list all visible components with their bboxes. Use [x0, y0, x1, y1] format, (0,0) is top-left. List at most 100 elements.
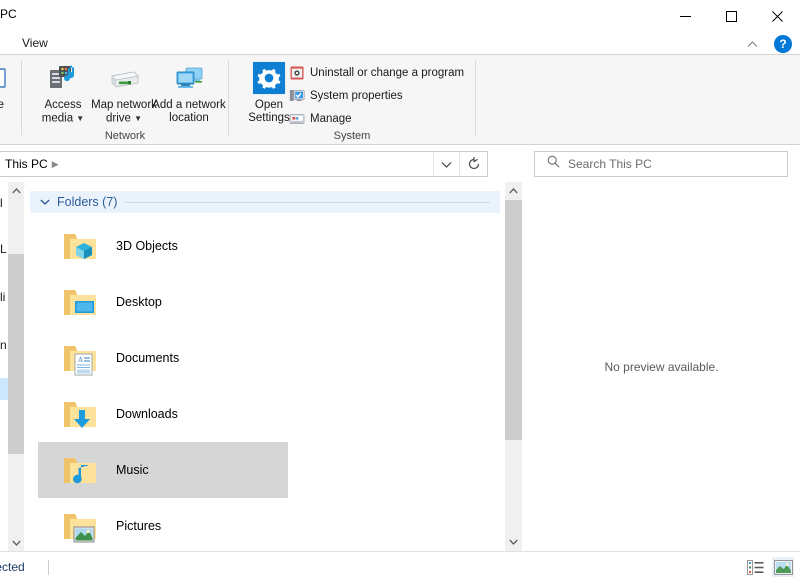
window-controls	[662, 0, 800, 32]
nav-scrollbar-thumb[interactable]	[8, 254, 24, 454]
folder-desktop-icon	[59, 281, 101, 323]
ribbon-tab-strip: View ?	[0, 32, 800, 54]
folder-pictures-icon	[59, 505, 101, 547]
add-network-location-label: Add a network location	[150, 99, 228, 125]
add-network-location-button[interactable]: Add a network location	[150, 59, 228, 125]
list-item-label: Pictures	[116, 519, 162, 533]
content-scroll-up-button[interactable]	[505, 182, 522, 200]
ribbon: I me	[0, 54, 800, 145]
nav-scroll-down-button[interactable]	[8, 534, 24, 551]
folder-list: 3D Objects Desktop A Documents Downloads…	[38, 218, 500, 551]
list-item-label: Music	[116, 463, 149, 477]
list-item-label: Downloads	[116, 407, 178, 421]
list-item-pictures[interactable]: Pictures	[38, 498, 288, 551]
list-item-documents[interactable]: A Documents	[38, 330, 288, 386]
folder-3d-objects-icon	[59, 225, 101, 267]
uninstall-program-label: Uninstall or change a program	[310, 67, 465, 79]
large-icons-view-button[interactable]	[772, 557, 794, 577]
folder-documents-icon: A	[59, 337, 101, 379]
ribbon-separator-3	[475, 60, 476, 135]
collapse-ribbon-icon[interactable]	[744, 36, 760, 52]
map-network-drive-icon	[107, 61, 141, 95]
address-row: This PC ▶ Search This PC	[0, 146, 800, 182]
list-item-music[interactable]: Music	[38, 442, 288, 498]
search-icon	[547, 155, 560, 173]
folder-music-icon	[59, 449, 101, 491]
help-icon[interactable]: ?	[774, 35, 792, 53]
system-properties-label: System properties	[310, 90, 403, 102]
nav-item-clipped-4[interactable]: n	[0, 338, 8, 358]
map-network-drive-label-1: Map network	[91, 99, 157, 111]
list-item-label: Documents	[116, 351, 180, 365]
group-header-divider	[125, 201, 490, 203]
chevron-down-icon[interactable]: ▼	[76, 112, 84, 125]
add-network-location-label-2: location	[169, 112, 209, 124]
chevron-down-icon[interactable]	[40, 197, 50, 208]
search-input[interactable]: Search This PC	[568, 157, 652, 171]
ribbon-group-label-system: System	[333, 130, 371, 142]
chevron-down-icon[interactable]: ▼	[134, 112, 142, 125]
window-title: PC	[0, 7, 17, 21]
list-item-3d-objects[interactable]: 3D Objects	[38, 218, 288, 274]
ribbon-group-network: Access media ▼ Map network drive ▼ Add a…	[22, 55, 228, 144]
minimize-button[interactable]	[662, 0, 708, 32]
nav-scroll-up-button[interactable]	[8, 182, 24, 199]
settings-gear-icon	[252, 61, 286, 95]
status-text: 1 item selected	[0, 560, 25, 574]
access-media-label-2: media	[41, 112, 74, 125]
add-network-location-label-1: Add a network	[152, 99, 226, 111]
svg-text:A: A	[78, 356, 83, 364]
open-settings-label-1: Open	[254, 99, 284, 111]
maximize-button[interactable]	[708, 0, 754, 32]
manage-icon	[289, 111, 305, 127]
nav-item-selected[interactable]	[0, 378, 8, 400]
nav-item-clipped-1[interactable]: l	[0, 196, 8, 216]
search-box[interactable]: Search This PC	[534, 151, 788, 177]
view-mode-buttons	[744, 557, 794, 577]
file-list-view[interactable]: Folders (7) 3D Objects Desktop A Documen…	[25, 182, 503, 551]
list-item-downloads[interactable]: Downloads	[38, 386, 288, 442]
uninstall-program-icon	[289, 65, 305, 81]
list-item-label: Desktop	[116, 295, 162, 309]
list-item-label: 3D Objects	[116, 239, 178, 253]
refresh-icon[interactable]	[459, 152, 487, 176]
list-item-desktop[interactable]: Desktop	[38, 274, 288, 330]
folder-downloads-icon	[59, 393, 101, 435]
nav-item-clipped-3[interactable]: li	[0, 290, 8, 310]
explorer-body: l L li n Folders (7) 3D Objects Desktop …	[0, 182, 800, 551]
navigation-pane-scrollbar[interactable]	[8, 182, 24, 551]
manage-label: Manage	[310, 113, 352, 125]
breadcrumb[interactable]: This PC	[5, 157, 48, 171]
navigation-pane[interactable]: l L li n	[0, 182, 8, 551]
nav-item-clipped-2[interactable]: L	[0, 242, 8, 262]
tab-view[interactable]: View	[14, 34, 56, 52]
details-view-button[interactable]	[744, 557, 766, 577]
ribbon-content: I me	[0, 55, 476, 144]
open-settings-label-2: Settings	[248, 112, 290, 124]
uninstall-program-button[interactable]: Uninstall or change a program	[289, 63, 464, 83]
system-properties-button[interactable]: System properties	[289, 86, 403, 106]
breadcrumb-separator-icon: ▶	[51, 158, 59, 169]
content-scrollbar[interactable]	[505, 182, 522, 551]
ribbon-group-label-network: Network	[104, 130, 146, 142]
content-scroll-down-button[interactable]	[505, 533, 522, 551]
folders-group-label: Folders (7)	[57, 195, 118, 209]
folders-group-header[interactable]: Folders (7)	[30, 191, 500, 213]
access-media-icon	[46, 61, 80, 95]
file-explorer-window: PC View ? e Access media ▼ Map network d…	[0, 0, 800, 583]
ribbon-empty-area	[476, 55, 800, 144]
system-properties-icon	[289, 88, 305, 104]
status-bar: 1 item selected	[0, 551, 800, 583]
content-scrollbar-thumb[interactable]	[505, 200, 522, 440]
status-divider	[48, 560, 49, 575]
close-button[interactable]	[754, 0, 800, 32]
map-network-drive-label-2: drive	[105, 112, 131, 125]
address-bar[interactable]: This PC ▶	[0, 151, 488, 177]
manage-button[interactable]: Manage	[289, 109, 352, 129]
ribbon-group-system: Open Settings Uninstall or change a prog	[229, 55, 475, 144]
add-network-location-icon	[172, 61, 206, 95]
rename-icon: I	[0, 61, 13, 95]
address-dropdown-icon[interactable]	[433, 152, 459, 176]
title-bar: PC	[0, 0, 800, 32]
preview-pane: No preview available.	[523, 182, 800, 551]
